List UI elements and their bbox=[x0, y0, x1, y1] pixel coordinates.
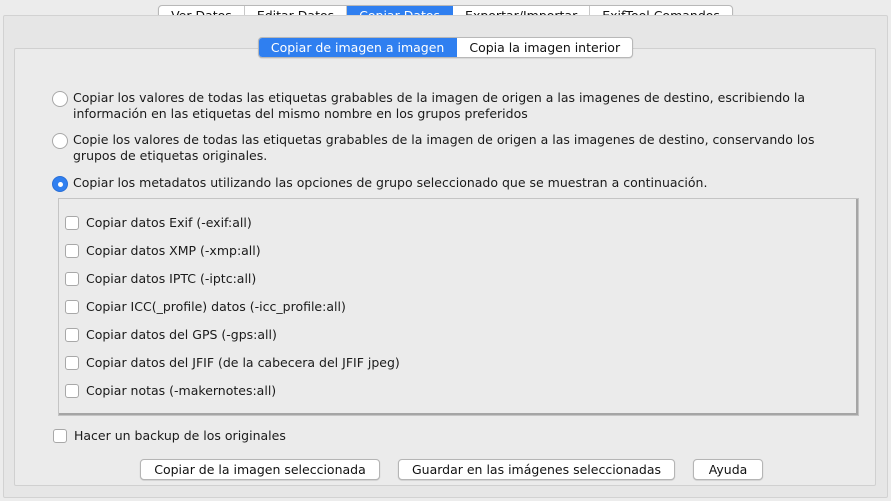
checkbox[interactable] bbox=[65, 216, 79, 230]
radio-label: Copie los valores de todas las etiquetas… bbox=[73, 132, 815, 163]
checkbox-label: Copiar ICC(_profile) datos (-icc_profile… bbox=[86, 299, 346, 314]
tab-copia-imagen-interior[interactable]: Copia la imagen interior bbox=[457, 38, 632, 57]
checkbox-icc-profile[interactable]: Copiar ICC(_profile) datos (-icc_profile… bbox=[65, 299, 346, 315]
radio-option-selected-groups[interactable]: Copiar los metadatos utilizando las opci… bbox=[52, 175, 833, 192]
radio-label: Copiar los valores de todas las etiqueta… bbox=[73, 90, 806, 121]
checkbox-iptc[interactable]: Copiar datos IPTC (-iptc:all) bbox=[65, 271, 256, 287]
checkbox-gps[interactable]: Copiar datos del GPS (-gps:all) bbox=[65, 327, 277, 343]
save-to-selected-button[interactable]: Guardar en las imágenes seleccionadas bbox=[398, 459, 675, 480]
checkbox-exif[interactable]: Copiar datos Exif (-exif:all) bbox=[65, 215, 252, 231]
checkbox[interactable] bbox=[65, 272, 79, 286]
radio-label: Copiar los metadatos utilizando las opci… bbox=[73, 175, 708, 190]
checkbox[interactable] bbox=[53, 429, 67, 443]
checkbox-label: Copiar datos XMP (-xmp:all) bbox=[86, 243, 261, 258]
checkbox-label: Copiar datos IPTC (-iptc:all) bbox=[86, 271, 257, 286]
checkbox-jfif[interactable]: Copiar datos del JFIF (de la cabecera de… bbox=[65, 355, 400, 371]
checkbox-makernotes[interactable]: Copiar notas (-makernotes:all) bbox=[65, 383, 276, 399]
checkbox[interactable] bbox=[65, 328, 79, 342]
radio-button[interactable] bbox=[52, 91, 68, 107]
help-button[interactable]: Ayuda bbox=[693, 459, 763, 480]
checkbox[interactable] bbox=[65, 356, 79, 370]
sub-tab-bar: Copiar de imagen a imagen Copia la image… bbox=[0, 37, 891, 58]
radio-button[interactable] bbox=[52, 133, 68, 149]
checkbox-xmp[interactable]: Copiar datos XMP (-xmp:all) bbox=[65, 243, 261, 259]
checkbox-label: Copiar notas (-makernotes:all) bbox=[86, 383, 277, 398]
sub-tab-group: Copiar de imagen a imagen Copia la image… bbox=[257, 37, 634, 58]
radio-option-preferred-groups[interactable]: Copiar los valores de todas las etiqueta… bbox=[52, 90, 833, 122]
checkbox-label: Copiar datos del GPS (-gps:all) bbox=[86, 327, 277, 342]
checkbox-label: Hacer un backup de los originales bbox=[74, 428, 286, 443]
radio-option-original-groups[interactable]: Copie los valores de todas las etiquetas… bbox=[52, 132, 833, 164]
checkbox-label: Copiar datos del JFIF (de la cabecera de… bbox=[86, 355, 400, 370]
tab-copiar-imagen-a-imagen[interactable]: Copiar de imagen a imagen bbox=[258, 38, 458, 57]
checkbox[interactable] bbox=[65, 244, 79, 258]
copy-from-selected-button[interactable]: Copiar de la imagen seleccionada bbox=[140, 459, 380, 480]
checkbox-backup-originals[interactable]: Hacer un backup de los originales bbox=[53, 428, 286, 444]
checkbox[interactable] bbox=[65, 300, 79, 314]
checkbox-label: Copiar datos Exif (-exif:all) bbox=[86, 215, 252, 230]
checkbox[interactable] bbox=[65, 384, 79, 398]
radio-button-selected[interactable] bbox=[52, 176, 68, 192]
